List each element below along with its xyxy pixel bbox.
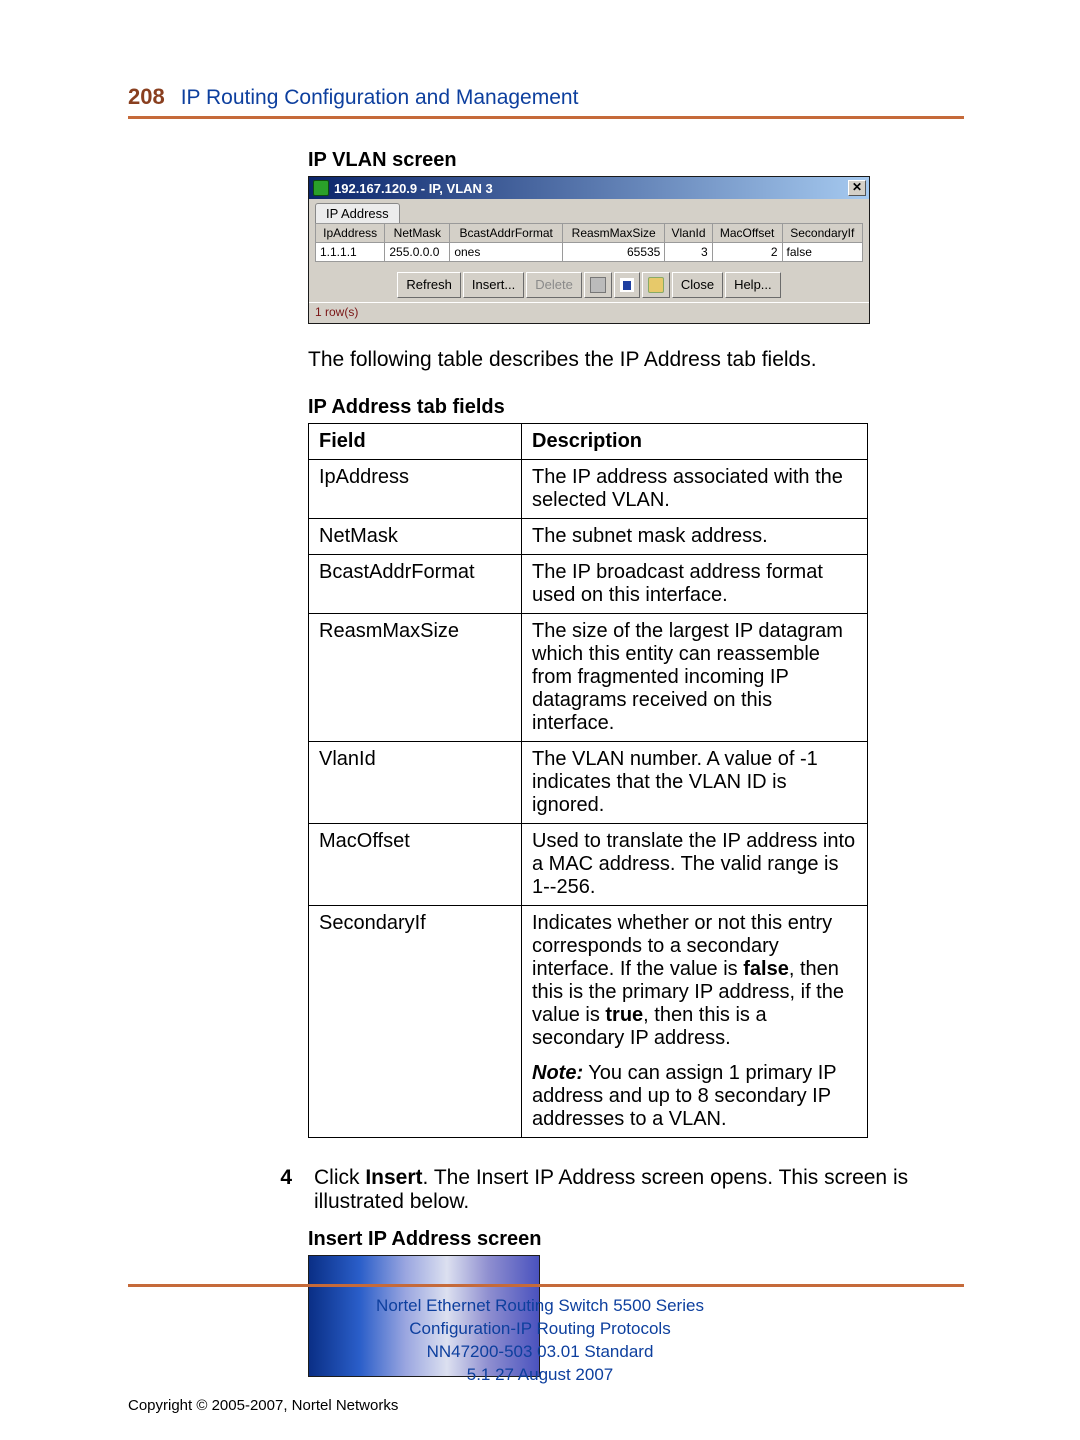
fields-head-field: Field [309,424,522,460]
table-row: SecondaryIf Indicates whether or not thi… [309,906,868,1138]
field-desc: The size of the largest IP datagram whic… [522,614,868,742]
field-desc: The IP broadcast address format used on … [522,555,868,614]
fields-caption: IP Address tab fields [308,396,964,419]
insert-caption: Insert IP Address screen [308,1228,964,1251]
step-pre: Click [314,1166,365,1189]
ip-address-grid: IpAddress NetMask BcastAddrFormat ReasmM… [315,223,863,262]
refresh-button[interactable]: Refresh [397,272,461,298]
table-row: MacOffset Used to translate the IP addre… [309,824,868,906]
copy-icon [590,277,606,293]
print-icon [648,277,664,293]
header-rule [128,116,964,119]
col-vlanid[interactable]: VlanId [665,224,712,243]
footer-line: NN47200-503 03.01 Standard [0,1341,1080,1364]
col-bcast[interactable]: BcastAddrFormat [450,224,563,243]
col-netmask[interactable]: NetMask [385,224,450,243]
ipvlan-dialog: 192.167.120.9 - IP, VLAN 3 ✕ IP Address … [308,176,870,324]
field-name: VlanId [309,742,522,824]
field-desc: Used to translate the IP address into a … [522,824,868,906]
footer-line: 5.1 27 August 2007 [0,1364,1080,1387]
close-button[interactable]: Close [672,272,723,298]
cell-macoffset: 2 [712,243,782,262]
field-name: NetMask [309,519,522,555]
step-bold: Insert [365,1166,422,1189]
fields-head-desc: Description [522,424,868,460]
field-name: ReasmMaxSize [309,614,522,742]
step-text: Click Insert. The Insert IP Address scre… [314,1166,964,1214]
fields-table: Field Description IpAddress The IP addre… [308,423,868,1138]
table-row[interactable]: 1.1.1.1 255.0.0.0 ones 65535 3 2 false [316,243,863,262]
field-name: BcastAddrFormat [309,555,522,614]
field-desc: The subnet mask address. [522,519,868,555]
col-ipaddress[interactable]: IpAddress [316,224,385,243]
dialog-status: 1 row(s) [309,302,869,323]
table-row: BcastAddrFormat The IP broadcast address… [309,555,868,614]
field-desc: The IP address associated with the selec… [522,460,868,519]
close-icon[interactable]: ✕ [848,180,866,196]
intro-paragraph: The following table describes the IP Add… [308,348,964,372]
bold-false: false [743,958,789,980]
copyright: Copyright © 2005-2007, Nortel Networks [128,1397,1080,1414]
cell-vlanid: 3 [665,243,712,262]
insert-button[interactable]: Insert... [463,272,524,298]
col-reasm[interactable]: ReasmMaxSize [562,224,664,243]
cell-secondaryif: false [782,243,862,262]
help-button[interactable]: Help... [725,272,781,298]
field-desc: The VLAN number. A value of -1 indicates… [522,742,868,824]
field-name: MacOffset [309,824,522,906]
bold-true: true [605,1004,643,1026]
col-secondaryif[interactable]: SecondaryIf [782,224,862,243]
table-row: IpAddress The IP address associated with… [309,460,868,519]
dialog-title: 192.167.120.9 - IP, VLAN 3 [334,181,493,196]
field-name: IpAddress [309,460,522,519]
note-label: Note: [532,1062,583,1084]
page-number: 208 [128,84,165,110]
field-desc: Indicates whether or not this entry corr… [522,906,868,1138]
step-number: 4 [268,1166,292,1214]
col-macoffset[interactable]: MacOffset [712,224,782,243]
save-icon [620,278,634,292]
app-icon [313,180,329,196]
footer-line: Configuration-IP Routing Protocols [0,1318,1080,1341]
cell-bcast: ones [450,243,563,262]
tab-ip-address[interactable]: IP Address [315,203,400,223]
page-footer: Nortel Ethernet Routing Switch 5500 Seri… [0,1284,1080,1414]
delete-button[interactable]: Delete [526,272,582,298]
section-title: IP Routing Configuration and Management [181,86,579,110]
save-button[interactable] [614,272,640,298]
table-row: ReasmMaxSize The size of the largest IP … [309,614,868,742]
field-name: SecondaryIf [309,906,522,1138]
cell-ipaddress: 1.1.1.1 [316,243,385,262]
copy-button[interactable] [584,272,612,298]
ipvlan-caption: IP VLAN screen [308,149,964,172]
table-row: NetMask The subnet mask address. [309,519,868,555]
footer-rule [128,1284,964,1287]
cell-reasm: 65535 [562,243,664,262]
cell-netmask: 255.0.0.0 [385,243,450,262]
table-row: VlanId The VLAN number. A value of -1 in… [309,742,868,824]
print-button[interactable] [642,272,670,298]
footer-line: Nortel Ethernet Routing Switch 5500 Seri… [0,1295,1080,1318]
